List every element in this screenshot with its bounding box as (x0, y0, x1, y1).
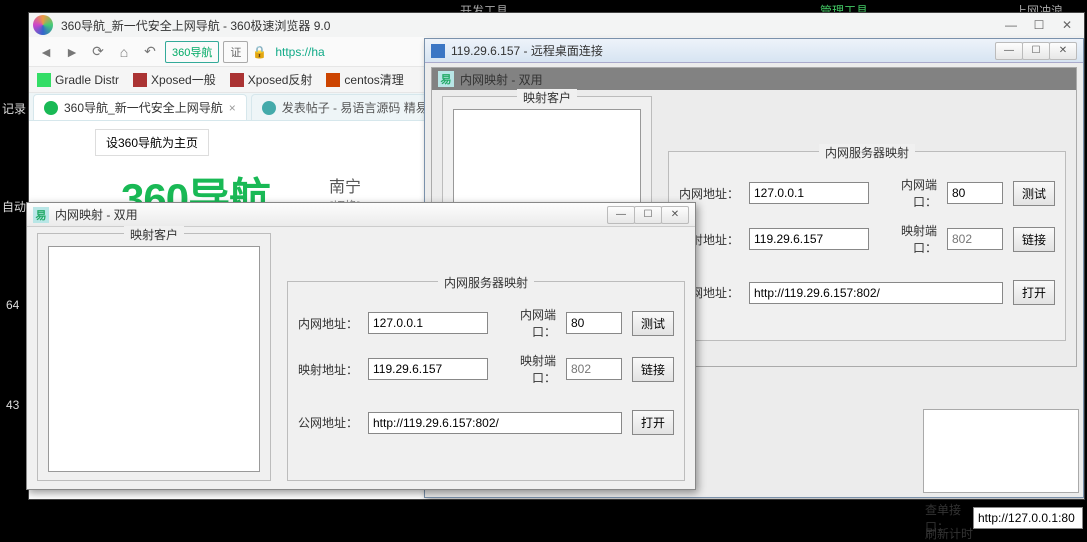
maximize-button[interactable]: ☐ (1026, 16, 1052, 34)
addr-chip-nav[interactable]: 360导航 (165, 41, 219, 63)
remote-inner-port-input[interactable] (947, 182, 1003, 204)
local-link-button[interactable]: 链接 (632, 357, 674, 382)
tab-active[interactable]: 360导航_新一代安全上网导航 × (33, 94, 247, 120)
local-pub-addr-input[interactable] (368, 412, 622, 434)
lbl-map-port: 映射端口： (498, 352, 556, 386)
local-form-row1: 内网地址： 内网端口： 测试 (298, 306, 674, 340)
tab-favicon (262, 101, 276, 115)
tab-favicon (44, 101, 58, 115)
bookmark-item[interactable]: Gradle Distr (37, 73, 119, 87)
rdp-icon (431, 44, 445, 58)
city-name: 南宁 (329, 173, 361, 197)
bookmark-icon (230, 73, 244, 87)
local-open-button[interactable]: 打开 (632, 410, 674, 435)
remote-form-row1: 内网地址： 内网端口： 测试 (679, 176, 1055, 210)
home-icon[interactable]: ⌂ (113, 41, 135, 63)
bookmark-item[interactable]: Xposed一般 (133, 71, 216, 88)
remote-inner-addr-input[interactable] (749, 182, 869, 204)
bookmark-label: Gradle Distr (55, 73, 119, 87)
lbl-inner-port: 内网端口： (879, 176, 937, 210)
yi-icon: 易 (33, 207, 49, 223)
local-minimize-button[interactable]: — (607, 206, 635, 224)
remote-map-addr-input[interactable] (749, 228, 869, 250)
local-maximize-button[interactable]: ☐ (634, 206, 662, 224)
remote-right-group: 内网服务器映射 内网地址： 内网端口： 测试 映射地址： 映射端口： (668, 151, 1066, 341)
local-app-title: 内网映射 - 双用 (55, 206, 602, 223)
remote-open-button[interactable]: 打开 (1013, 280, 1055, 305)
bookmark-item[interactable]: Xposed反射 (230, 71, 313, 88)
lock-icon: 🔒 (252, 45, 267, 59)
remote-app-titlebar[interactable]: 易 内网映射 - 双用 (432, 68, 1076, 90)
lbl-map-port: 映射端口： (879, 222, 937, 256)
remote-pub-addr-input[interactable] (749, 282, 1003, 304)
browser-logo-icon (33, 15, 53, 35)
local-inner-port-input[interactable] (566, 312, 622, 334)
bookmark-icon (133, 73, 147, 87)
refresh-timer-label: 刷新计时 (925, 525, 973, 542)
lbl-map-addr: 映射地址： (298, 361, 358, 378)
remote-test-button[interactable]: 测试 (1013, 181, 1055, 206)
extra-panel[interactable] (923, 409, 1079, 493)
remote-app-title: 内网映射 - 双用 (460, 71, 1070, 88)
local-close-button[interactable]: ✕ (661, 206, 689, 224)
remote-form-row2: 映射地址： 映射端口： 链接 (679, 222, 1055, 256)
local-test-button[interactable]: 测试 (632, 311, 674, 336)
local-map-port-input[interactable] (566, 358, 622, 380)
local-app-window: 易 内网映射 - 双用 — ☐ ✕ 映射客户 内网服务器映射 内网地址： 内网端… (26, 202, 696, 490)
local-client-listbox[interactable] (48, 246, 260, 472)
local-left-group: 映射客户 (37, 233, 271, 481)
local-form-row3: 公网地址： 打开 (298, 410, 674, 435)
tab-label: 360导航_新一代安全上网导航 (64, 99, 223, 116)
browser-title: 360导航_新一代安全上网导航 - 360极速浏览器 9.0 (61, 17, 996, 34)
yi-icon: 易 (438, 71, 454, 87)
rdp-maximize-button[interactable]: ☐ (1022, 42, 1050, 60)
bookmark-icon (37, 73, 51, 87)
close-button[interactable]: ✕ (1054, 16, 1080, 34)
local-right-group: 内网服务器映射 内网地址： 内网端口： 测试 映射地址： 映射端口： 链接 公网… (287, 281, 685, 481)
bookmark-label: Xposed反射 (248, 71, 313, 88)
lbl-inner-port: 内网端口： (498, 306, 556, 340)
rdp-titlebar[interactable]: 119.29.6.157 - 远程桌面连接 — ☐ ✕ (425, 39, 1083, 63)
bg-left-label: 记录 (2, 100, 26, 117)
remote-link-button[interactable]: 链接 (1013, 227, 1055, 252)
browser-titlebar[interactable]: 360导航_新一代安全上网导航 - 360极速浏览器 9.0 — ☐ ✕ (29, 13, 1084, 37)
local-app-titlebar[interactable]: 易 内网映射 - 双用 — ☐ ✕ (27, 203, 695, 227)
group-title: 映射客户 (124, 226, 184, 243)
back-icon[interactable]: ◄ (35, 41, 57, 63)
group-title: 内网服务器映射 (819, 144, 915, 161)
lbl-inner-addr: 内网地址： (679, 185, 739, 202)
lbl-inner-addr: 内网地址： (298, 315, 358, 332)
bg-left-label: 自动 (2, 198, 26, 215)
addr-chip-cert[interactable]: 证 (223, 41, 248, 63)
bookmark-item[interactable]: centos清理 (326, 71, 403, 88)
check-api-input[interactable] (973, 507, 1083, 529)
bookmark-icon (326, 73, 340, 87)
addr-url[interactable]: https://ha (275, 45, 324, 59)
bookmark-label: Xposed一般 (151, 71, 216, 88)
bookmark-label: centos清理 (344, 71, 403, 88)
reload-icon[interactable]: ⟳ (87, 41, 109, 63)
forward-icon[interactable]: ► (61, 41, 83, 63)
local-map-addr-input[interactable] (368, 358, 488, 380)
local-inner-addr-input[interactable] (368, 312, 488, 334)
rdp-close-button[interactable]: ✕ (1049, 42, 1077, 60)
minimize-button[interactable]: — (998, 16, 1024, 34)
remote-form-row3: 公网地址： 打开 (679, 280, 1055, 305)
bg-left-label: 43 (6, 398, 19, 412)
group-title: 内网服务器映射 (438, 274, 534, 291)
local-form-row2: 映射地址： 映射端口： 链接 (298, 352, 674, 386)
set-homepage-button[interactable]: 设360导航为主页 (95, 129, 209, 156)
rdp-minimize-button[interactable]: — (995, 42, 1023, 60)
lbl-pub-addr: 公网地址： (298, 414, 358, 431)
remote-map-port-input[interactable] (947, 228, 1003, 250)
rdp-title: 119.29.6.157 - 远程桌面连接 (451, 42, 990, 59)
undo-icon[interactable]: ↶ (139, 41, 161, 63)
bg-left-label: 64 (6, 298, 19, 312)
tab-close-icon[interactable]: × (229, 101, 236, 115)
group-title: 映射客户 (517, 89, 577, 106)
